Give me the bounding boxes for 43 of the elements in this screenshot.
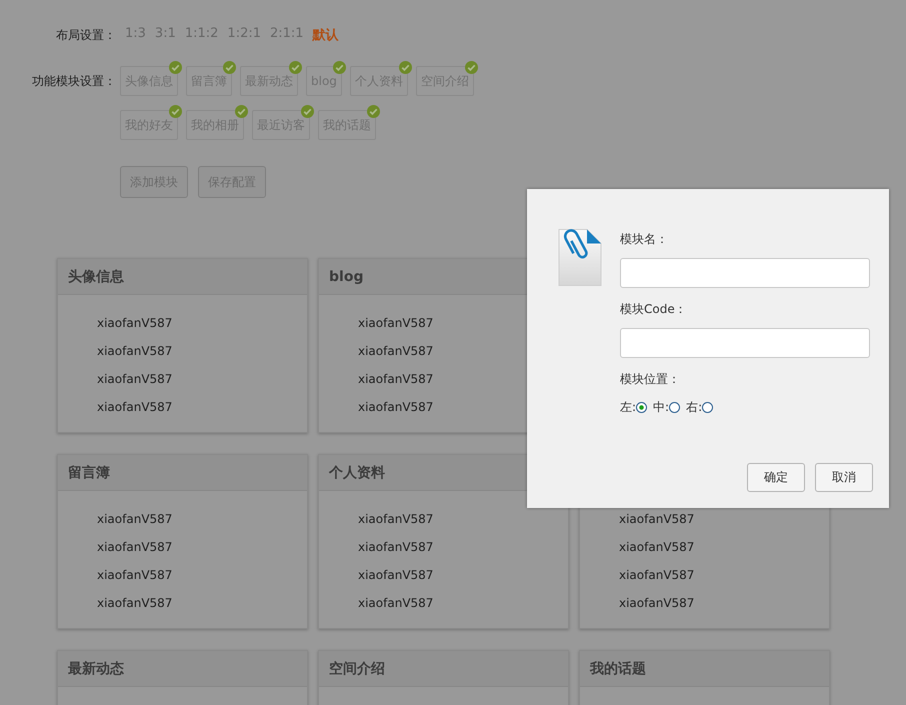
field-label: 模块Code： [620, 301, 688, 317]
card-title: 留言簿 [68, 464, 110, 482]
card-item: xiaofanV587 [358, 512, 434, 526]
card-item: xiaofanV587 [97, 512, 174, 526]
card-item: xiaofanV587 [619, 568, 696, 582]
input-field[interactable] [620, 328, 870, 358]
card-item: xiaofanV587 [97, 400, 174, 414]
card-item: xiaofanV587 [619, 540, 696, 554]
modules-label: 功能模块设置： [31, 72, 116, 90]
card-item: xiaofanV587 [358, 568, 434, 582]
card-item: xiaofanV587 [97, 316, 174, 330]
radio-label: 右: [686, 399, 702, 416]
card-title: 个人资料 [329, 464, 385, 482]
card-item: xiaofanV587 [97, 372, 174, 386]
field-label: 模块名： [620, 231, 669, 247]
card-item: xiaofanV587 [97, 596, 174, 610]
layout-option[interactable]: 默认 [312, 26, 339, 44]
card-item: xiaofanV587 [97, 568, 174, 582]
card-item: xiaofanV587 [619, 596, 696, 610]
field-label: 模块位置： [620, 371, 681, 387]
radio-label: 中: [653, 399, 670, 416]
card-item: xiaofanV587 [358, 372, 434, 386]
card-title: blog [329, 268, 364, 284]
card-item: xiaofanV587 [358, 400, 434, 414]
radio-button[interactable] [636, 402, 648, 413]
card-item: xiaofanV587 [358, 540, 434, 554]
radio-button[interactable] [669, 402, 680, 413]
card-item: xiaofanV587 [97, 344, 174, 358]
dialog-button[interactable]: 确定 [747, 463, 805, 492]
radio-button[interactable] [702, 402, 714, 413]
radio-label: 左: [620, 399, 636, 416]
card-item: xiaofanV587 [358, 344, 434, 358]
card-item: xiaofanV587 [97, 540, 174, 554]
card-title: 我的话题 [590, 660, 646, 678]
input-field[interactable] [620, 258, 870, 288]
card-item: xiaofanV587 [358, 316, 434, 330]
layout-label: 布局设置： [55, 26, 116, 44]
card-item: xiaofanV587 [358, 596, 434, 610]
card-item: xiaofanV587 [619, 512, 696, 526]
dialog-button[interactable]: 取消 [815, 463, 873, 492]
card-title: 最新动态 [68, 660, 124, 678]
card-title: 头像信息 [68, 268, 124, 286]
card-title: 空间介绍 [329, 660, 385, 678]
